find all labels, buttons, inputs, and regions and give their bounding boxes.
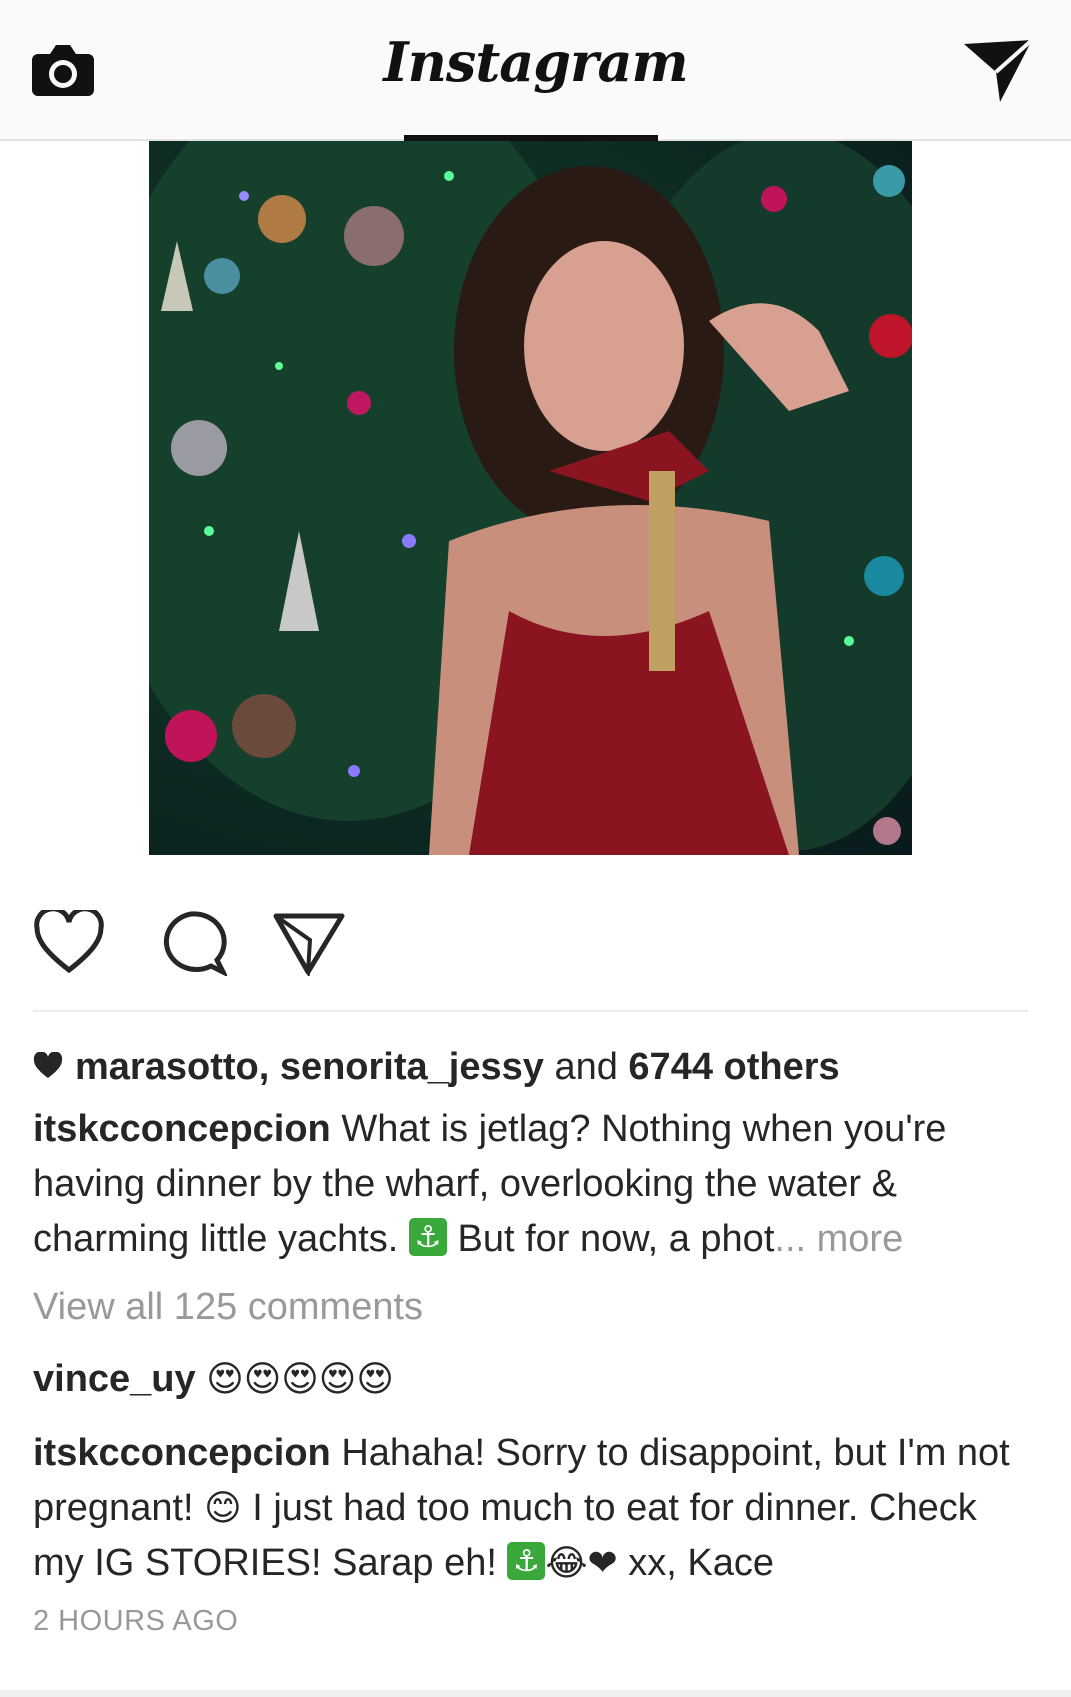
app-logo: Instagram: [383, 30, 688, 94]
anchor-emoji-icon: ⚓: [507, 1541, 546, 1580]
comment-bubble-icon[interactable]: [155, 910, 227, 976]
heart-outline-icon[interactable]: [33, 910, 105, 976]
comment-username[interactable]: vince_uy: [33, 1358, 196, 1400]
caption-ellipsis: ...: [774, 1218, 807, 1260]
caption-text-part2: But for now, a phot: [457, 1218, 775, 1260]
post-photo[interactable]: [149, 141, 912, 855]
top-bar: Instagram: [0, 0, 1071, 141]
heart-filled-icon: [33, 1051, 63, 1078]
comment-username[interactable]: itskcconcepcion: [33, 1432, 331, 1474]
post-image-area: [0, 141, 1071, 855]
post-actions: [0, 910, 1071, 990]
likes-and-text: and: [554, 1046, 618, 1088]
liked-by-users[interactable]: marasotto, senorita_jessy: [75, 1046, 544, 1088]
post-caption: itskcconcepcion What is jetlag? Nothing …: [33, 1102, 1033, 1267]
send-icon[interactable]: [272, 910, 346, 976]
laugh-heart-emoji-icon: 😂❤: [545, 1543, 618, 1584]
bottom-divider: [0, 1690, 1071, 1697]
likes-summary: marasotto, senorita_jessy and 6744 other…: [33, 1040, 1033, 1096]
paper-plane-icon[interactable]: [962, 38, 1034, 104]
post-timestamp: 2 HOURS AGO: [33, 1605, 239, 1637]
anchor-emoji-icon: ⚓: [408, 1217, 447, 1256]
actions-divider: [33, 1010, 1028, 1012]
comment-item: vince_uy 😍😍😍😍😍: [33, 1352, 1033, 1407]
comment-item: itskcconcepcion Hahaha! Sorry to disappo…: [33, 1426, 1033, 1591]
caption-more-link[interactable]: more: [817, 1218, 904, 1260]
comment-text-part3: xx, Kace: [628, 1542, 774, 1584]
likes-others-count[interactable]: 6744 others: [628, 1046, 839, 1088]
view-all-comments-link[interactable]: View all 125 comments: [33, 1280, 1033, 1335]
heart-eyes-emoji-icon: 😍😍😍😍😍: [206, 1359, 394, 1400]
caption-username[interactable]: itskcconcepcion: [33, 1108, 331, 1150]
smile-emoji-icon: 😊: [204, 1488, 242, 1529]
